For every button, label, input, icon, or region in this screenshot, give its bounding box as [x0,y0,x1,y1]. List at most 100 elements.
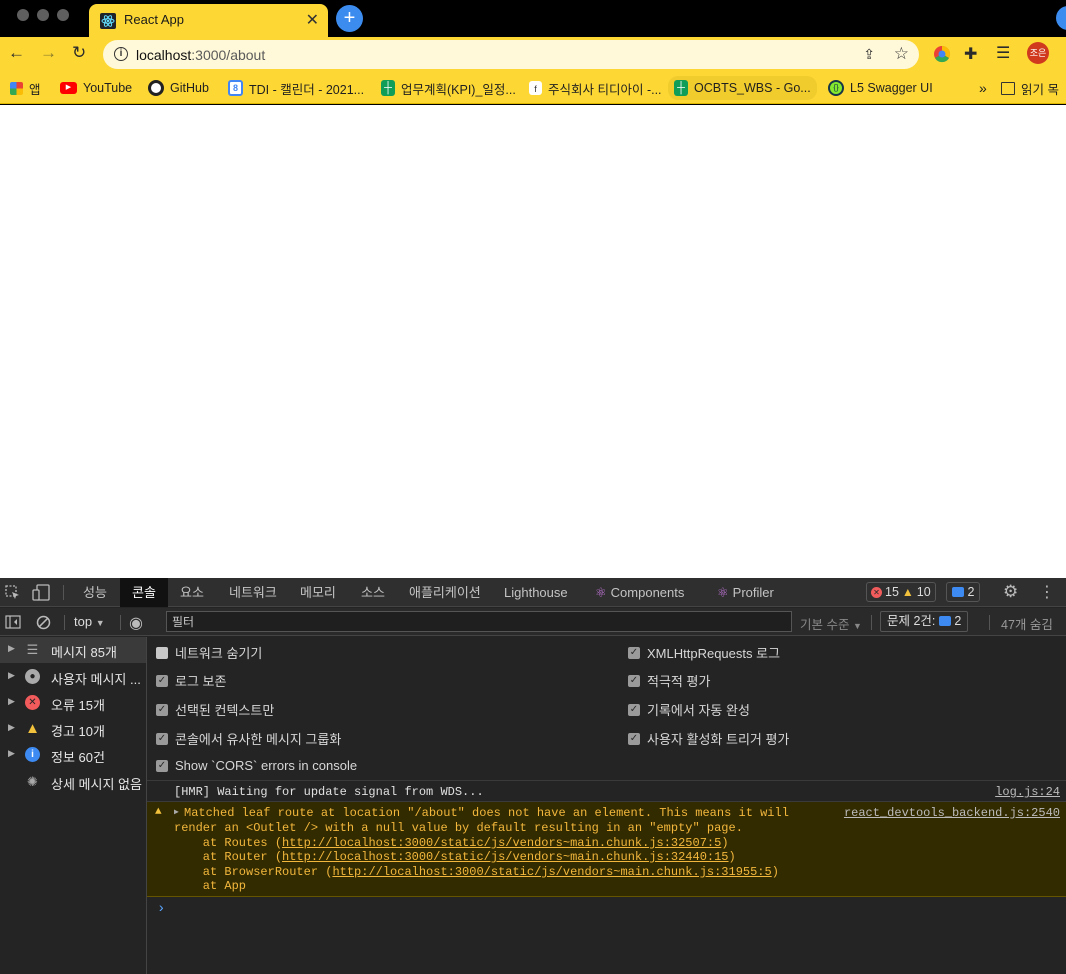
checkbox-checked[interactable]: ✓ [628,703,640,716]
extension-color-icon[interactable] [933,45,951,63]
option-eager-evaluation[interactable]: ✓ 적극적 평가 [628,671,710,690]
clear-console-icon[interactable] [36,615,51,630]
option-preserve-log[interactable]: ✓ 로그 보존 [156,671,226,690]
option-autocomplete-history[interactable]: ✓ 기록에서 자동 완성 [628,700,750,719]
address-bar[interactable]: i localhost:3000/about ⇪ ☆ [103,40,919,69]
more-options-icon[interactable]: ⋮ [1039,582,1055,602]
inspect-element-icon[interactable] [5,585,20,600]
option-label: XMLHttpRequests 로그 [647,646,781,661]
browser-tab[interactable]: React App ✕ [89,4,328,37]
forward-icon[interactable]: → [40,43,57,63]
back-icon[interactable]: ← [8,43,25,63]
context-selector[interactable]: top ▼ [74,614,105,629]
reading-list-icon[interactable]: ☰ [996,43,1010,63]
live-expression-eye-icon[interactable]: ◉ [129,613,143,633]
new-tab-button[interactable]: + [336,5,363,32]
bookmark-tdi-calendar[interactable]: 8 TDI - 캘린더 - 2021... [228,78,364,98]
expand-arrow-icon[interactable]: ▶ [8,748,15,759]
tab-console[interactable]: 콘솔 [120,578,168,607]
option-log-xhr[interactable]: ✓ XMLHttpRequests 로그 [628,643,780,662]
reload-icon[interactable]: ↻ [72,43,86,63]
sidebar-toggle-icon[interactable] [5,615,21,629]
expand-arrow-icon[interactable]: ▶ [8,670,15,681]
tab-sources[interactable]: 소스 [361,578,385,607]
bookmark-apps[interactable]: 앱 [10,78,41,98]
settings-gear-icon[interactable]: ⚙ [1003,582,1018,602]
site-info-icon[interactable]: i [114,47,128,61]
devtools-tab-bar: 성능 콘솔 요소 네트워크 메모리 소스 애플리케이션 Lighthouse ⚛… [0,578,1066,607]
expand-arrow-icon[interactable]: ▶ [174,807,179,817]
sidebar-item-messages[interactable]: ▶ ☰ 메시지 85개 [0,637,146,663]
tab-memory[interactable]: 메모리 [300,578,336,607]
error-icon: ✕ [871,586,882,598]
dropdown-arrow-icon: ▼ [852,621,862,631]
option-selected-context-only[interactable]: ✓ 선택된 컨텍스트만 [156,700,274,719]
sidebar-item-label: 정보 60건 [51,750,105,765]
bookmark-swagger[interactable]: {} L5 Swagger UI [828,78,933,98]
checkbox-checked[interactable]: ✓ [156,703,168,716]
bookmark-github[interactable]: GitHub [148,78,209,98]
device-toolbar-icon[interactable] [32,584,50,601]
window-close-button[interactable] [17,9,29,21]
checkbox-checked[interactable]: ✓ [628,674,640,687]
share-icon[interactable]: ⇪ [863,46,875,63]
checkbox-checked[interactable]: ✓ [156,759,168,772]
extensions-puzzle-icon[interactable]: ✚ [964,44,977,64]
expand-arrow-icon[interactable]: ▶ [8,722,15,733]
expand-arrow-icon[interactable]: ▶ [8,696,15,707]
filter-input[interactable] [166,611,792,632]
issues-counter[interactable]: 2 [946,582,981,602]
option-hide-network[interactable]: 네트워크 숨기기 [156,643,262,662]
tab-lighthouse[interactable]: Lighthouse [504,578,568,607]
page-viewport[interactable] [0,105,1066,578]
checkbox-checked[interactable]: ✓ [628,732,640,745]
checkbox-checked[interactable]: ✓ [156,732,168,745]
expand-arrow-icon[interactable]: ▶ [8,643,15,654]
tab-performance[interactable]: 성능 [83,578,107,607]
checkbox-checked[interactable]: ✓ [156,674,168,687]
apps-grid-icon [10,81,23,95]
error-warning-counter[interactable]: ✕ 15 ▲ 10 [866,582,936,602]
tab-profiler[interactable]: ⚛ Profiler [717,578,774,607]
sidebar-item-warnings[interactable]: ▶ ▲ 경고 10개 [0,716,146,742]
bookmarks-overflow-button[interactable]: » [979,78,987,98]
stack-frame-router: at Router (http://localhost:3000/static/… [174,850,736,864]
tab-components[interactable]: ⚛ Components [595,578,684,607]
bookmark-tdi-company[interactable]: f 주식회사 티디아이 -... [529,78,662,98]
option-label: 적극적 평가 [647,674,711,689]
bookmark-kpi-sheet[interactable]: ┼ 업무계획(KPI)_일정... [381,78,516,98]
checkbox-checked[interactable]: ✓ [628,646,640,659]
sidebar-item-info[interactable]: ▶ i 정보 60건 [0,742,146,768]
avatar[interactable]: 조은 [1027,42,1049,64]
issues-count: 2 [954,614,962,628]
sidebar-item-errors[interactable]: ▶ ✕ 오류 15개 [0,690,146,716]
sidebar-item-user-messages[interactable]: ▶ ● 사용자 메시지 ... [0,664,146,690]
issues-button[interactable]: 문제 2건: 2 [880,611,969,632]
log-level-dropdown[interactable]: 기본 수준 ▼ [800,614,862,633]
option-user-activation-eval[interactable]: ✓ 사용자 활성화 트리거 평가 [628,729,789,748]
tab-close-icon[interactable]: ✕ [306,10,319,30]
stack-frame-link[interactable]: http://localhost:3000/static/js/vendors~… [282,836,721,850]
option-show-cors-errors[interactable]: ✓ Show `CORS` errors in console [156,758,357,773]
source-link[interactable]: log.js:24 [995,785,1060,799]
tab-elements[interactable]: 요소 [180,578,204,607]
window-zoom-button[interactable] [57,9,69,21]
tab-application[interactable]: 애플리케이션 [409,578,481,607]
sidebar-item-verbose[interactable]: ✺ 상세 메시지 없음 [0,769,146,795]
stack-frame-link[interactable]: http://localhost:3000/static/js/vendors~… [282,850,728,864]
window-minimize-button[interactable] [37,9,49,21]
bookmark-ocbts-wbs[interactable]: ┼ OCBTS_WBS - Go... [668,76,817,100]
checkbox[interactable] [156,646,168,659]
option-group-similar[interactable]: ✓ 콘솔에서 유사한 메시지 그룹화 [156,729,341,748]
url-text: localhost:3000/about [136,47,265,63]
browser-toolbar: ← → ↻ i localhost:3000/about ⇪ ☆ ✚ ☰ 조은 [0,37,1066,72]
bookmark-youtube[interactable]: ▶ YouTube [60,78,132,98]
profile-button-edge[interactable] [1056,6,1066,30]
tab-network[interactable]: 네트워크 [229,578,277,607]
stack-frame-link[interactable]: http://localhost:3000/static/js/vendors~… [332,865,771,879]
stack-frame-browserrouter: at BrowserRouter (http://localhost:3000/… [174,865,779,879]
reading-list-button[interactable]: 읽기 목 [1001,78,1059,98]
bookmark-star-icon[interactable]: ☆ [894,44,909,64]
source-link[interactable]: react_devtools_backend.js:2540 [844,806,1060,820]
console-prompt-icon[interactable]: › [157,901,165,917]
